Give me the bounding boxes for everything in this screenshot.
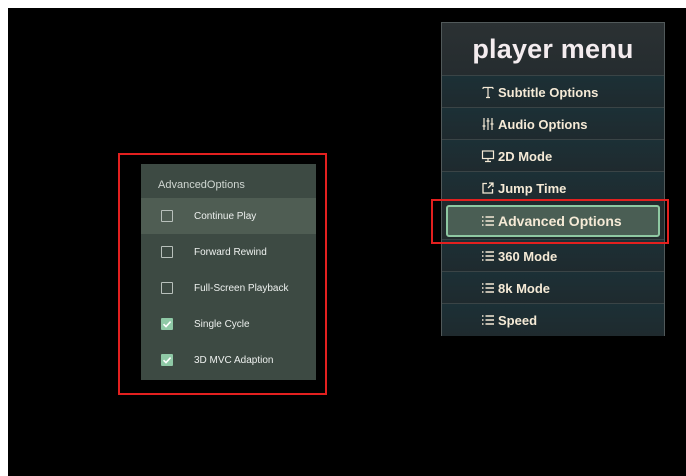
menu-item-label: Jump Time xyxy=(498,180,567,196)
menu-item-label: 2D Mode xyxy=(498,148,553,164)
text-t-icon xyxy=(480,84,496,100)
external-link-icon xyxy=(480,180,496,196)
menu-item-label: 360 Mode xyxy=(498,248,558,264)
list-icon xyxy=(480,312,496,328)
menu-item-8k-mode[interactable]: 8k Mode xyxy=(442,271,664,304)
menu-item-subtitle-options[interactable]: Subtitle Options xyxy=(442,75,664,108)
equalizer-icon xyxy=(480,116,496,132)
menu-item-label: Audio Options xyxy=(498,116,588,132)
menu-item-label: 8k Mode xyxy=(498,280,551,296)
monitor-icon xyxy=(480,148,496,164)
player-menu-title: player menu xyxy=(442,23,664,75)
list-icon xyxy=(480,248,496,264)
highlight-box-advanced-options xyxy=(431,199,669,244)
menu-item-audio-options[interactable]: Audio Options xyxy=(442,107,664,140)
menu-item-label: Speed xyxy=(498,312,538,328)
highlight-box-advanced-panel xyxy=(118,153,327,395)
menu-item-label: Subtitle Options xyxy=(498,84,599,100)
menu-item-speed[interactable]: Speed xyxy=(442,303,664,336)
menu-item-2d-mode[interactable]: 2D Mode xyxy=(442,139,664,172)
list-icon xyxy=(480,280,496,296)
player-menu: player menu Subtitle Options Audio Optio… xyxy=(441,22,665,336)
